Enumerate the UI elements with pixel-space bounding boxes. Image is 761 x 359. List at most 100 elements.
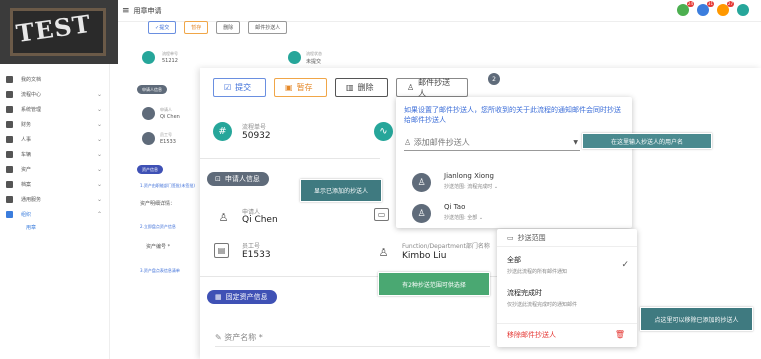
sidebar-item-vehicle[interactable]: 车辆 ⌄ <box>0 148 110 161</box>
chevron-down-icon: ⌄ <box>96 196 102 203</box>
scope-option-title: 流程完成时 <box>507 289 542 297</box>
calendar-icon: ▭ <box>374 208 389 221</box>
bg-row-1: 1.资产由职能部门签批(未签批) <box>140 183 195 188</box>
cc-person-scope[interactable]: 抄送范围: 全部 ⌄ <box>444 214 483 221</box>
sidebar-item-asset[interactable]: 资产 ⌄ <box>0 163 110 176</box>
pencil-icon: ✎ <box>215 333 225 342</box>
org-icon <box>6 211 13 218</box>
sidebar-item-label: 资产 <box>21 167 32 173</box>
trash-icon: 🗑 <box>614 330 625 339</box>
cc-search-input[interactable]: ♙ 添加邮件抄送人 ▼ <box>404 135 580 151</box>
bg-save-button[interactable]: 暂存 <box>184 21 209 34</box>
save-button[interactable]: ▣ 暂存 <box>274 78 327 97</box>
scope-dropdown-header: ▭ 抄送范围 <box>497 229 637 247</box>
cc-button[interactable]: ♙ 邮件抄送人 <box>396 77 468 98</box>
flow-no-label: 流程单号 <box>242 124 267 131</box>
user-icon[interactable] <box>737 4 749 16</box>
bg-status: 未提交 <box>306 59 322 65</box>
sidebar-item-label: 人事 <box>21 137 32 143</box>
person-icon: ♙ <box>374 243 393 262</box>
app-logo: TEST <box>0 0 118 64</box>
remove-cc-button[interactable]: 移除邮件抄送人 🗑 <box>497 323 637 345</box>
messages-badge: 31 <box>706 1 714 7</box>
cc-count-badge: 2 <box>488 73 500 85</box>
person-icon: ♙ <box>412 173 431 192</box>
cc-input-placeholder: 添加邮件抄送人 <box>413 138 470 147</box>
callout-added-hint: 显示已添加的抄送人 <box>300 179 382 202</box>
sidebar-subitem-seal[interactable]: 用章 <box>26 224 36 231</box>
sidebar-item-system[interactable]: 系统管理 ⌄ <box>0 103 110 116</box>
submit-button[interactable]: ☑ 提交 <box>213 78 266 97</box>
save-label: 暂存 <box>296 83 313 92</box>
alerts-badge: 27 <box>726 1 734 7</box>
chevron-down-icon: ⌄ <box>96 166 102 173</box>
calendar-icon: ▭ <box>507 233 514 242</box>
chevron-down-icon: ⌄ <box>96 91 102 98</box>
scope-option-complete[interactable]: 流程完成时 仅抄送此流程完成时的通知邮件 <box>507 288 632 308</box>
cc-label: 邮件抄送人 <box>418 77 451 98</box>
cc-person-item[interactable]: ♙ Jianlong Xiong 抄送范围: 流程完成时 ⌄ <box>412 170 612 196</box>
sidebar-item-label: 通用服务 <box>21 197 42 203</box>
tasks-icon[interactable]: 24 <box>677 1 694 16</box>
id-card-icon: ▤ <box>214 243 229 258</box>
cc-person-name: Qi Tao <box>444 203 466 211</box>
asset-section-chip: ▦ 固定资产信息 <box>207 290 277 304</box>
sidebar-item-hr[interactable]: 人事 ⌄ <box>0 133 110 146</box>
chevron-down-icon: ⌄ <box>493 184 499 190</box>
bg-applicant-label: 申请人 <box>160 107 172 112</box>
cc-person-item[interactable]: ♙ Qi Tao 抄送范围: 全部 ⌄ <box>412 201 612 227</box>
remove-cc-label: 移除邮件抄送人 <box>507 330 556 339</box>
cc-person-scope[interactable]: 抄送范围: 流程完成时 ⌄ <box>444 183 498 190</box>
bg-flow-no-label: 流程单号 <box>162 51 178 56</box>
bg-cc-button[interactable]: 邮件抄送人 <box>248 21 288 34</box>
delete-label: 删除 <box>357 83 374 92</box>
asset-icon: ▦ <box>215 293 222 301</box>
scope-option-subtitle: 仅抄送此流程完成时的通知邮件 <box>507 302 578 308</box>
cc-popup: 如果设置了邮件抄送人，您所收到的关于此流程的通知邮件会同时抄送给邮件抄送人 ♙ … <box>396 97 632 228</box>
person-icon: ♙ <box>404 138 414 147</box>
asset-name-underline <box>215 346 490 347</box>
bg-staffno-label: 员工号 <box>160 132 172 137</box>
cc-person-name: Jianlong Xiong <box>444 172 494 180</box>
bg-staffno: E1533 <box>160 139 176 145</box>
bg-toolbar: ✓提交 暂存 删除 邮件抄送人 <box>148 21 288 34</box>
hash-icon: # <box>213 122 232 141</box>
page-title: 用章申请 <box>133 6 162 15</box>
messages-icon[interactable]: 31 <box>697 1 714 16</box>
chevron-down-icon: ⌄ <box>96 181 102 188</box>
sidebar-item-services[interactable]: 通用服务 ⌄ <box>0 193 110 206</box>
delete-button[interactable]: ▥ 删除 <box>335 78 388 97</box>
document-icon <box>6 76 13 83</box>
staffno-label: 员工号 <box>242 243 261 250</box>
menu-icon[interactable]: ≡ <box>122 6 130 16</box>
asset-name-label: 资产名称 * <box>224 333 263 342</box>
asset-name-field[interactable]: ✎ 资产名称 * <box>215 332 263 343</box>
scope-option-title: 全部 <box>507 256 521 264</box>
sidebar-item-label: 财务 <box>21 122 32 128</box>
bg-delete-button[interactable]: 删除 <box>216 21 241 34</box>
chevron-down-icon: ⌄ <box>96 151 102 158</box>
gear-icon <box>6 106 13 113</box>
bg-submit-button[interactable]: ✓提交 <box>148 21 177 34</box>
applicant-section-label: 申请人信息 <box>224 175 260 183</box>
asset-icon <box>6 166 13 173</box>
scope-option-all[interactable]: 全部 抄送此流程的所有邮件通知 <box>507 255 632 275</box>
finance-icon <box>6 121 13 128</box>
sidebar-item-documents[interactable]: 我的文档 <box>0 73 110 86</box>
sidebar-item-label: 系统管理 <box>21 107 42 113</box>
grid-icon <box>6 196 13 203</box>
sidebar-item-workflow[interactable]: 流程中心 ⌄ <box>0 88 110 101</box>
sidebar-item-org[interactable]: 组织 ⌃ <box>0 208 110 221</box>
cc-description: 如果设置了邮件抄送人，您所收到的关于此流程的通知邮件会同时抄送给邮件抄送人 <box>404 106 621 124</box>
dept-person: Kimbo Liu <box>402 251 447 261</box>
people-icon <box>6 136 13 143</box>
bg-row-3: 2.立即盘点资产信息 <box>140 224 176 229</box>
sidebar-item-finance[interactable]: 财务 ⌄ <box>0 118 110 131</box>
scope-header-label: 抄送范围 <box>517 233 546 242</box>
alerts-icon[interactable]: 27 <box>717 1 734 16</box>
chevron-up-icon: ⌃ <box>96 211 102 218</box>
applicant-value: Qi Chen <box>242 215 278 225</box>
submit-label: 提交 <box>235 83 252 92</box>
sidebar-item-archive[interactable]: 档案 ⌄ <box>0 178 110 191</box>
save-icon: ▣ <box>285 83 293 92</box>
